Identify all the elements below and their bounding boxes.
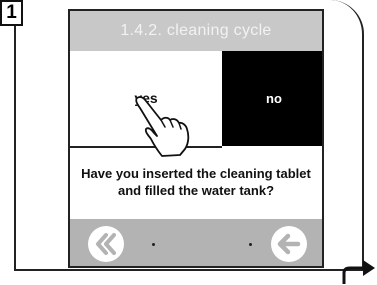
question-line-2: and filled the water tank? bbox=[117, 183, 275, 198]
no-option-button[interactable]: no bbox=[222, 51, 322, 146]
confirmation-question: Have you inserted the cleaning tablet an… bbox=[70, 165, 322, 199]
arrow-left-icon bbox=[277, 233, 301, 255]
back-button[interactable] bbox=[271, 226, 307, 262]
step-number-badge: 1 bbox=[0, 0, 23, 26]
pointing-hand-icon bbox=[135, 96, 190, 157]
display-screen: 1.4.2. cleaning cycle yes no Have you in… bbox=[68, 9, 324, 268]
double-chevron-left-icon bbox=[96, 233, 116, 255]
question-line-1: Have you inserted the cleaning tablet bbox=[81, 166, 311, 181]
nav-separator-dot bbox=[249, 243, 252, 246]
nav-separator-dot bbox=[152, 243, 155, 246]
continue-arrow-icon bbox=[342, 260, 375, 284]
screen-title: 1.4.2. cleaning cycle bbox=[70, 11, 322, 51]
device-frame: 1.4.2. cleaning cycle yes no Have you in… bbox=[14, 0, 364, 271]
navigation-bar bbox=[70, 219, 322, 266]
back-to-start-button[interactable] bbox=[88, 226, 124, 262]
